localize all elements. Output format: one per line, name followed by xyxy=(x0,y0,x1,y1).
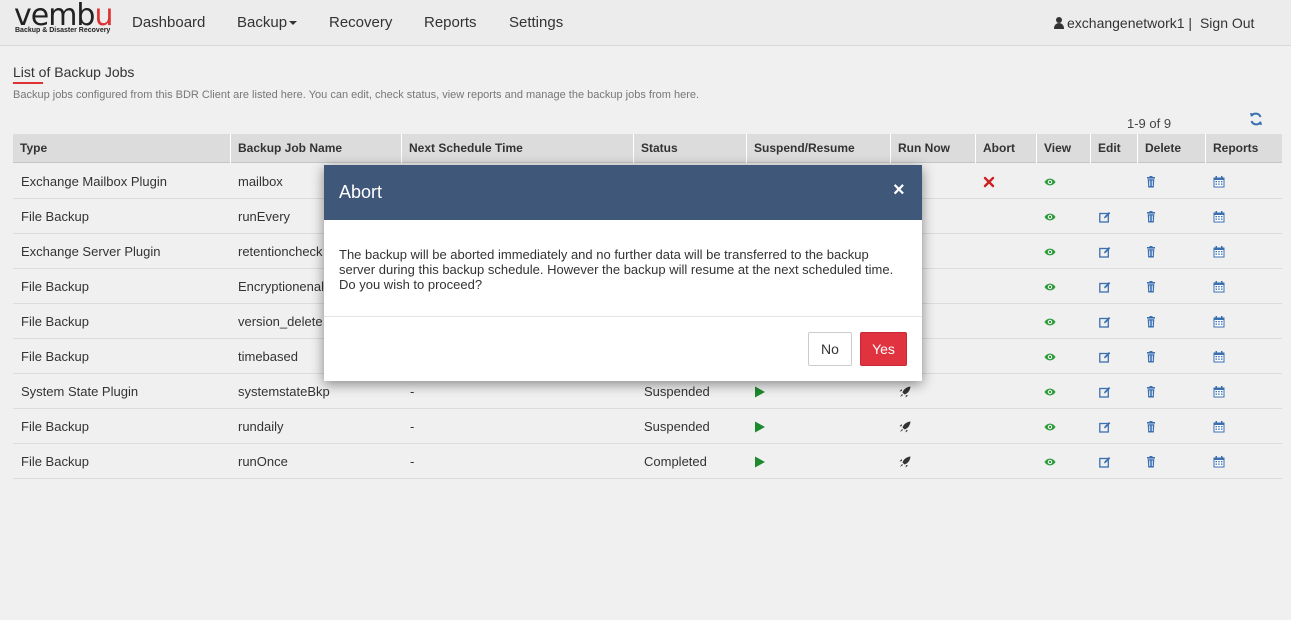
no-button[interactable]: No xyxy=(808,332,852,366)
abort-dialog: Abort × The backup will be aborted immed… xyxy=(324,165,922,381)
dialog-title: Abort xyxy=(339,182,383,202)
dialog-divider xyxy=(324,316,922,317)
dialog-header: Abort × xyxy=(324,165,922,220)
dialog-message: The backup will be aborted immediately a… xyxy=(339,247,894,292)
yes-button[interactable]: Yes xyxy=(860,332,907,366)
close-icon[interactable]: × xyxy=(893,180,905,200)
